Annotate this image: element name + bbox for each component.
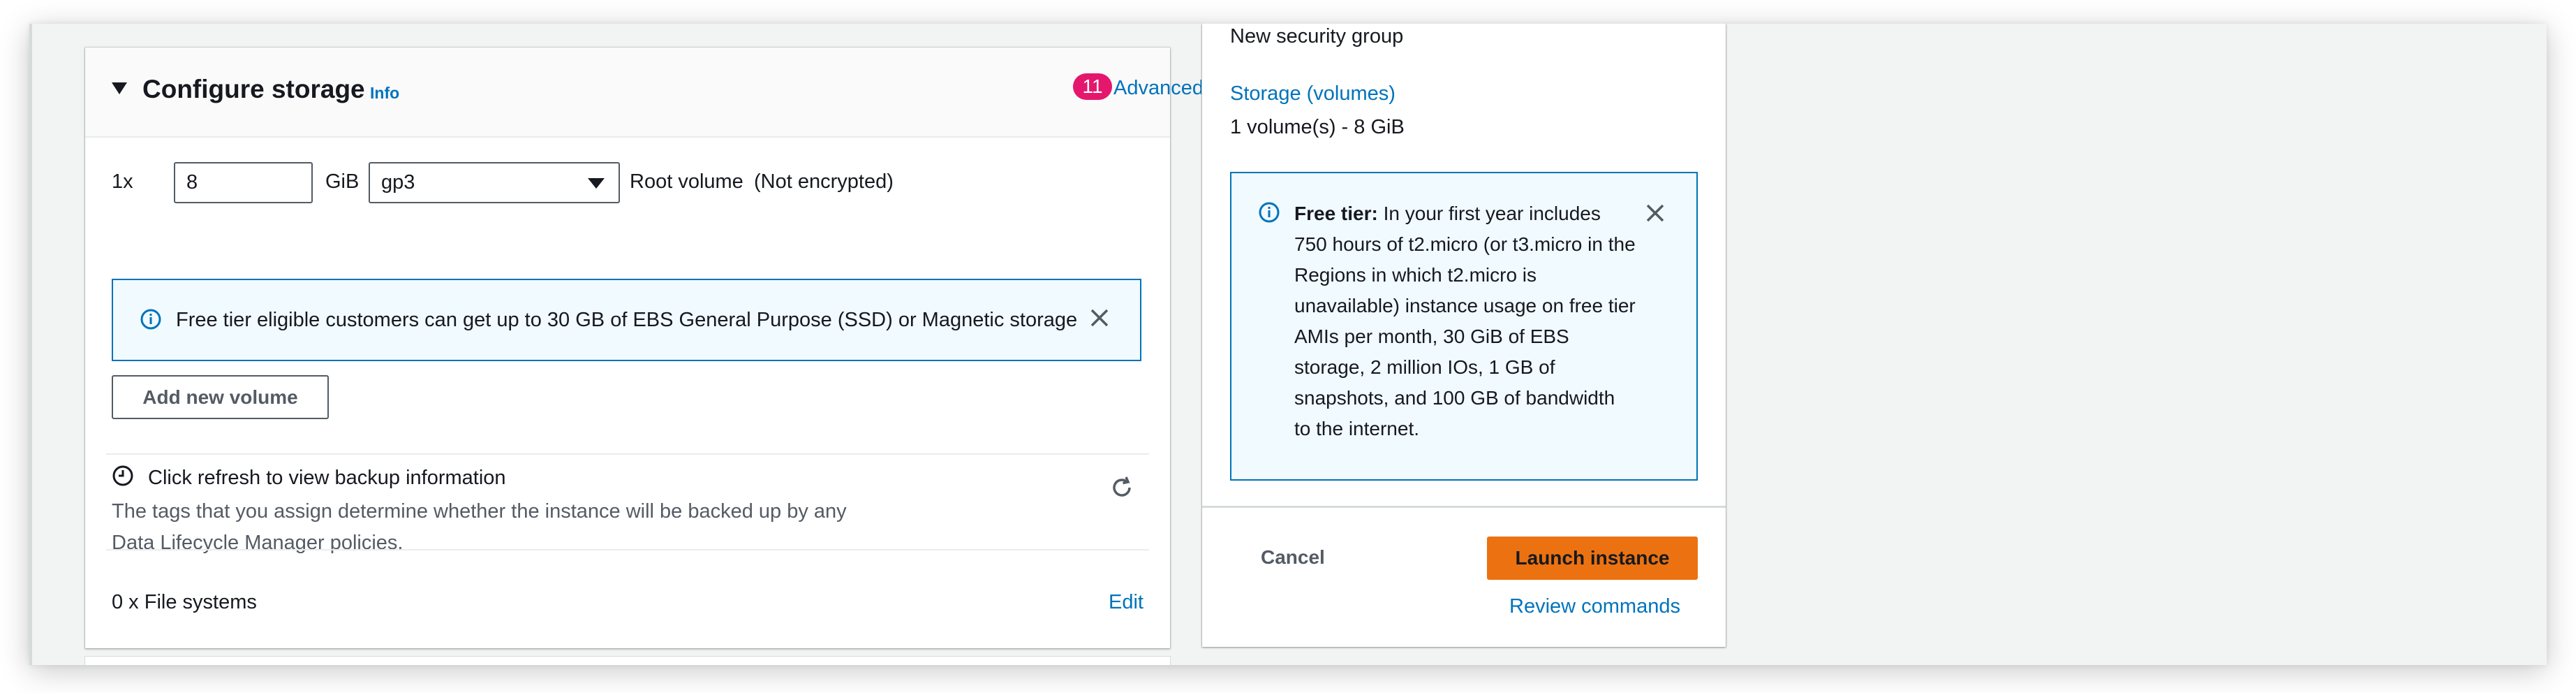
storage-volumes-link[interactable]: Storage (volumes) xyxy=(1230,82,1396,105)
advanced-count-badge: 11 xyxy=(1073,73,1112,100)
alert-message: Free tier eligible customers can get up … xyxy=(176,309,1078,331)
app-window: Configure storage Info 11 Advanced 1x 8 … xyxy=(29,24,2547,665)
volume-type-value: gp3 xyxy=(381,171,415,194)
add-new-volume-button[interactable]: Add new volume xyxy=(112,375,329,419)
volume-type-select[interactable]: gp3 xyxy=(369,162,620,203)
backup-info-title: Click refresh to view backup information xyxy=(148,467,506,489)
security-group-value: New security group xyxy=(1230,25,1404,48)
info-link[interactable]: Info xyxy=(370,84,399,103)
free-tier-text: Free tier: In your first year includes 7… xyxy=(1294,198,1636,444)
info-icon xyxy=(1258,201,1280,227)
summary-divider xyxy=(1202,506,1726,508)
free-tier-heading: Free tier: xyxy=(1294,203,1378,224)
divider xyxy=(106,453,1149,455)
storage-volumes-value: 1 volume(s) - 8 GiB xyxy=(1230,116,1405,138)
free-tier-body: In your first year includes 750 hours of… xyxy=(1294,203,1636,439)
configure-storage-card: Configure storage Info 11 Advanced 1x 8 … xyxy=(85,48,1204,648)
close-icon[interactable] xyxy=(1643,201,1667,228)
left-edge-bar xyxy=(29,24,32,665)
review-commands-link[interactable]: Review commands xyxy=(1509,595,1680,618)
select-caret-icon xyxy=(588,178,605,189)
caret-down-icon[interactable] xyxy=(112,82,127,94)
refresh-icon[interactable] xyxy=(1109,475,1134,504)
next-section-card xyxy=(85,657,1170,665)
launch-instance-button[interactable]: Launch instance xyxy=(1487,537,1698,580)
size-unit-label: GiB xyxy=(325,170,360,193)
volume-size-input[interactable]: 8 xyxy=(174,162,313,203)
close-icon[interactable] xyxy=(1088,306,1111,333)
info-icon xyxy=(140,308,162,334)
encryption-status: (Not encrypted) xyxy=(754,170,894,193)
root-volume-label: Root volume xyxy=(630,170,743,193)
volume-count-label: 1x xyxy=(112,170,133,193)
summary-panel: New security group Storage (volumes) 1 v… xyxy=(1202,24,1726,647)
edit-file-systems-link[interactable]: Edit xyxy=(1109,591,1143,614)
advanced-link[interactable]: Advanced xyxy=(1113,77,1204,100)
card-header[interactable]: Configure storage Info 11 Advanced xyxy=(85,48,1204,138)
section-title: Configure storage xyxy=(142,75,365,103)
file-systems-label: 0 x File systems xyxy=(112,591,257,613)
cancel-button[interactable]: Cancel xyxy=(1261,546,1325,569)
free-tier-storage-alert: Free tier eligible customers can get up … xyxy=(112,279,1141,361)
clock-icon xyxy=(112,465,134,490)
divider xyxy=(106,549,1149,550)
free-tier-info-box: Free tier: In your first year includes 7… xyxy=(1230,172,1698,481)
